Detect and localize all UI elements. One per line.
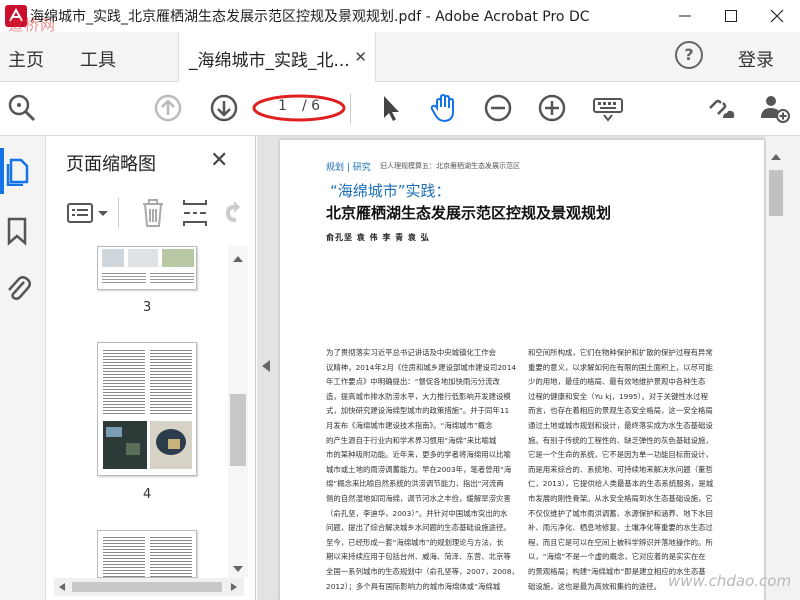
page-number-annotation xyxy=(252,94,346,122)
rotate-page-icon[interactable] xyxy=(220,198,242,228)
pdf-text-line: 至今，已经形成一套“海绵城市”的规划理论与方法，长 xyxy=(326,537,504,547)
pdf-right-column: 和空间所构成，它们在物种保护和扩散的保护过程有异常 重要的意义，以求解如何在有限的… xyxy=(528,346,728,594)
scroll-left-icon[interactable] xyxy=(58,582,66,592)
add-user-icon[interactable] xyxy=(758,92,790,124)
close-icon xyxy=(770,9,784,23)
tab-home[interactable]: 主页 xyxy=(8,46,44,72)
maximize-button[interactable] xyxy=(708,0,754,32)
scroll-up-icon[interactable] xyxy=(232,254,244,264)
pdf-text-line: 通过土地或城市规划和设计，最终落实成为水生态基础设 xyxy=(528,420,713,430)
pdf-text-line: 的产生源自于行业内和学术界习惯用“海绵”来比喻城 xyxy=(326,435,497,445)
pdf-text-line: 市发展的刚性骨架。从水安全格局到水生态基础设施，它 xyxy=(528,493,713,503)
zoom-search-icon[interactable] xyxy=(6,92,38,124)
pdf-text-line: 期以来持续应用于包括台州、威海、菏泽、东营、北京等 xyxy=(326,552,511,562)
pdf-text-line: 市的某种吸附功能。近年来，更多的学者将海绵用以比喻 xyxy=(326,450,511,460)
pdf-text-line: 而是用来综合的、系统地、可持续地来解决水问题（董哲 xyxy=(528,464,713,474)
pdf-text-line: 而言，也存在着相应的景观生态安全格局，这一安全格局 xyxy=(528,406,713,416)
scroll-down-icon[interactable] xyxy=(232,564,244,574)
pdf-text-line: 全国一系列城市的生态规划中（俞孔坚等，2007，2008， xyxy=(326,566,519,576)
pdf-header-subtitle: 旧人理规模算五：北京雁栖湖生态发展示范区 xyxy=(380,162,520,170)
pdf-header-tags: 规划 | 研究 xyxy=(326,163,371,173)
toolbar-divider xyxy=(350,94,351,124)
pdf-title-line1: “海绵城市”实践： xyxy=(330,182,451,200)
close-panel-icon[interactable]: ✕ xyxy=(210,148,228,173)
pdf-text-line: 重要的意义，以求解如何在有限的国土面积上，以尽可能 xyxy=(528,362,713,372)
thumbnail-options-icon[interactable] xyxy=(66,200,112,226)
pdf-text-line: 造，提高城市排水防涝水平，大力推行低影响开发建设模 xyxy=(326,391,511,401)
zoom-out-icon[interactable] xyxy=(482,92,514,124)
delete-page-icon[interactable] xyxy=(140,198,166,228)
minimize-icon xyxy=(679,15,691,17)
minimize-button[interactable] xyxy=(662,0,708,32)
thumbnail-page-3[interactable] xyxy=(97,246,197,290)
page-total: / 6 xyxy=(302,98,321,114)
pdf-text-line: 不仅仅维护了城市雨洪调蓄、水源保护和涵养、地下水回 xyxy=(528,508,713,518)
thumbnail-page-number: 4 xyxy=(143,487,152,502)
pdf-text-line: 补、雨污净化、栖息地修复、土壤净化等重要的水生态过 xyxy=(528,523,713,533)
help-icon[interactable]: ? xyxy=(675,41,703,69)
pdf-text-line: 为了贯彻落实习近平总书记讲话及中央城镇化工作会 xyxy=(326,348,496,357)
pdf-text-line: （俞孔坚，李迪华，2003）”。并针对中国城市突出的水 xyxy=(326,508,508,518)
keyboard-icon[interactable] xyxy=(592,92,624,124)
attachment-icon[interactable] xyxy=(4,272,32,302)
pdf-text-line: 以，“海绵”不是一个虚的概念，它对应着的是实实在在 xyxy=(528,552,706,562)
pdf-text-line: 2012）；多个具有国际影响力的城市海绵体或“海绵城 xyxy=(326,581,501,591)
pdf-authors: 俞孔坚 袁 伟 李 青 袁 弘 xyxy=(326,233,430,242)
pdf-text-line: 和空间所构成，它们在物种保护和扩散的保护过程有异常 xyxy=(528,348,713,357)
document-scrollbar-thumb[interactable] xyxy=(769,170,783,216)
pdf-text-line: 程，而且它是可以在空间上被科学辨识并落地操作的。所 xyxy=(528,537,713,547)
pdf-title-line2: 北京雁栖湖生态发展示范区控规及景观规划 xyxy=(326,204,612,222)
pdf-text-line: 仁，2013），它提供给人类最基本的生态系统服务，是城 xyxy=(528,479,714,489)
pdf-text-line: 它是一个生命的系统，它不是因为单一功能目标而设计， xyxy=(528,450,713,460)
pdf-text-line: 议精神，2014年2月《住房和城乡建设部城市建设司2014 xyxy=(326,362,517,372)
share-link-icon[interactable] xyxy=(704,92,736,124)
login-button[interactable]: 登录 xyxy=(738,46,774,72)
pdf-left-column: 为了贯彻落实习近平总书记讲话及中央城镇化工作会议精神，2014年2月《住房和城乡… xyxy=(326,346,522,594)
tab-tools[interactable]: 工具 xyxy=(80,46,116,72)
maximize-icon xyxy=(725,10,737,22)
pdf-text-line: 问题，提出了综合解决城乡水问题的生态基础设施途径。 xyxy=(326,523,511,533)
select-cursor-icon[interactable] xyxy=(374,92,406,124)
next-page-icon[interactable] xyxy=(208,92,240,124)
scroll-up-icon[interactable] xyxy=(770,152,782,162)
close-window-button[interactable] xyxy=(754,0,800,32)
pdf-text-line: 施。有别于传统的工程性的、缺乏弹性的灰色基础设施， xyxy=(528,435,713,445)
scroll-right-icon[interactable] xyxy=(230,582,238,592)
page-number-input[interactable]: 1 xyxy=(278,98,287,114)
zoom-in-icon[interactable] xyxy=(536,92,568,124)
pdf-text-line: 月发布《海绵城市建设技术指南》。“海绵城市”概念 xyxy=(326,420,493,430)
extract-pages-icon[interactable] xyxy=(182,198,208,228)
pdf-text-line: 绵”概念来比喻自然系统的洪涝调节能力，指出“河流两 xyxy=(326,479,504,489)
thumbnail-page-5[interactable] xyxy=(97,530,197,578)
window-title: 海绵城市_实践_北京雁栖湖生态发展示范区控规及景观规划.pdf - Adobe … xyxy=(30,9,590,25)
pdf-text-line: 少的用地，最佳的格局、最有效地维护景观中各种生态 xyxy=(528,377,706,387)
page-thumbnails-icon[interactable] xyxy=(6,156,30,186)
pdf-page: 规划 | 研究 旧人理规模算五：北京雁栖湖生态发展示范区 “海绵城市”实践： 北… xyxy=(280,140,764,600)
thumbnail-page-4[interactable] xyxy=(97,342,197,476)
document-tab-label: _海绵城市_实践_北... xyxy=(189,51,350,71)
bookmark-icon[interactable] xyxy=(6,216,28,246)
pdf-text-line: 式，加快研究建设海绵型城市的政策措施”。并于同年11 xyxy=(326,406,510,416)
previous-page-icon[interactable] xyxy=(152,92,184,124)
panel-divider xyxy=(118,198,119,228)
left-rail xyxy=(0,136,46,600)
pdf-text-line: 侧的自然湿地如同海绵，调节河水之丰俭，缓解旱涝灾害 xyxy=(326,493,511,503)
active-indicator xyxy=(0,148,4,194)
pdf-text-line: 过程的健康和安全（Yu kj，1995）。对于关键性水过程 xyxy=(528,391,708,401)
panel-title: 页面缩略图 xyxy=(66,154,156,175)
horizontal-scrollbar-thumb[interactable] xyxy=(72,582,222,592)
collapse-panel-icon[interactable] xyxy=(262,360,270,372)
close-tab-icon[interactable]: ✕ xyxy=(354,48,367,66)
thumbnail-scrollbar-thumb[interactable] xyxy=(230,394,246,466)
hand-tool-icon[interactable] xyxy=(428,92,460,124)
pdf-text-line: 年工作要点》中明确提出：“督促各地加快雨污分流改 xyxy=(326,377,500,387)
thumbnail-page-number: 3 xyxy=(143,300,152,315)
site-watermark: www.chdao.com xyxy=(668,572,792,590)
tab-document[interactable]: _海绵城市_实践_北... ✕ xyxy=(178,32,376,82)
pdf-text-line: 城市或土地的雨涝调蓄能力。早在2003年，笔者曾用“海 xyxy=(326,464,512,474)
